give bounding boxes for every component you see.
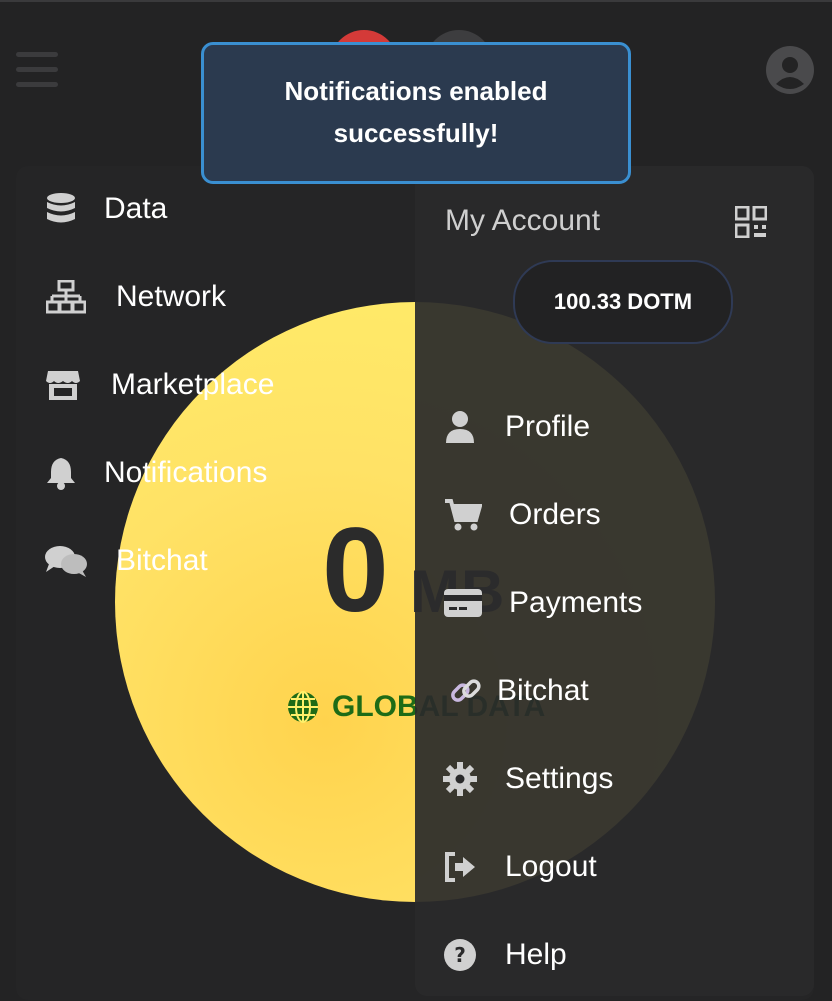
gear-icon [443,762,477,796]
logout-icon [443,850,477,884]
account-dropdown: My Account 100.33 DOTM Profile Orders Pa… [415,166,814,996]
network-icon [46,280,86,314]
sidebar-item-label: Bitchat [116,544,208,577]
menu-item-settings[interactable]: Settings [443,762,613,796]
top-border [0,0,832,2]
qr-code-icon [734,205,768,239]
credit-card-icon [443,586,483,620]
sidebar-item-bitchat[interactable]: Bitchat [44,544,208,578]
chat-icon [44,544,88,578]
help-icon: ? [443,938,477,972]
menu-item-label: Orders [509,498,601,531]
sidebar-item-marketplace[interactable]: Marketplace [46,368,274,402]
toast-message-line1: Notifications enabled [284,76,548,107]
menu-item-label: Profile [505,410,591,443]
user-circle-icon [766,46,814,94]
menu-item-payments[interactable]: Payments [443,586,642,620]
menu-item-bitchat[interactable]: Bitchat [449,674,589,708]
sidebar-item-label: Network [116,280,227,313]
link-icon [449,674,483,708]
globe-icon [288,691,318,723]
user-icon [443,410,477,444]
cart-icon [443,498,483,532]
menu-item-label: Bitchat [497,674,589,707]
menu-item-label: Settings [505,762,614,795]
menu-item-label: Help [505,938,567,971]
notification-toast: Notifications enabled successfully! [201,42,631,184]
usage-value: 0 [322,503,389,637]
account-title: My Account [445,204,601,237]
menu-item-label: Logout [505,850,597,883]
user-avatar-button[interactable] [766,46,814,94]
qr-code-button[interactable] [734,205,768,239]
store-icon [46,368,80,402]
sidebar-item-network[interactable]: Network [46,280,226,314]
sidebar-item-label: Notifications [104,456,268,489]
svg-text:?: ? [454,943,466,967]
menu-item-help[interactable]: ? Help [443,938,567,972]
bell-icon [44,456,78,490]
sidebar-item-label: Data [104,192,168,225]
menu-item-logout[interactable]: Logout [443,850,597,884]
hamburger-menu-button[interactable] [16,52,58,88]
sidebar-item-label: Marketplace [111,368,275,401]
database-icon [44,192,78,226]
toast-message-line2: successfully! [333,118,499,148]
menu-item-label: Payments [509,586,643,619]
menu-item-profile[interactable]: Profile [443,410,590,444]
sidebar-item-data[interactable]: Data [44,192,167,226]
balance-badge[interactable]: 100.33 DOTM [513,260,733,344]
sidebar-item-notifications[interactable]: Notifications [44,456,267,490]
menu-item-orders[interactable]: Orders [443,498,601,532]
